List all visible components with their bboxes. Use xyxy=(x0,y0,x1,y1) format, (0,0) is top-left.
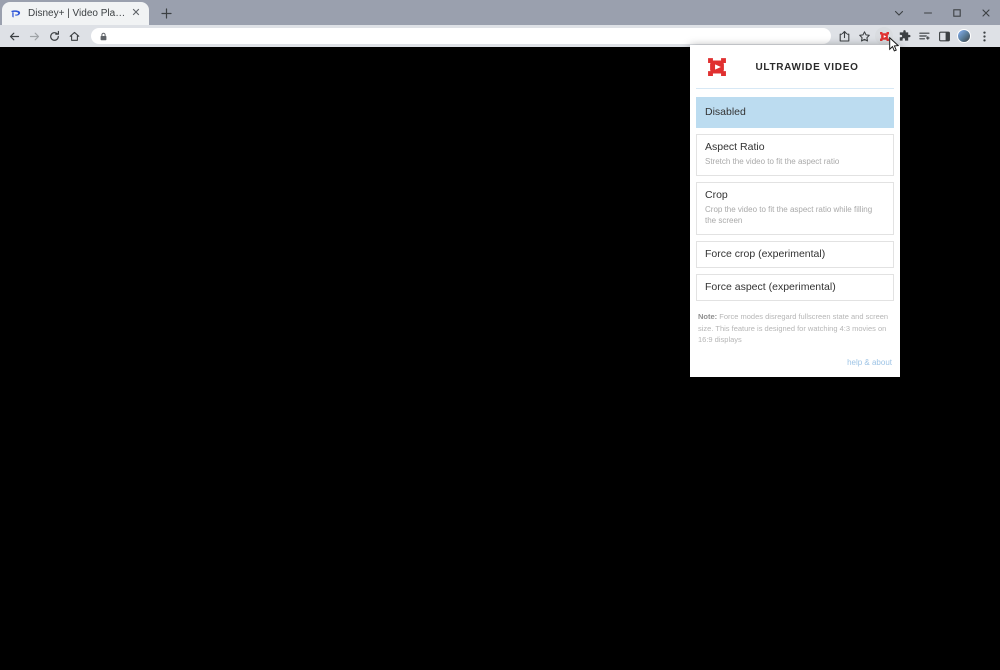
star-icon xyxy=(858,30,870,42)
reading-list-icon xyxy=(918,32,930,40)
popup-divider xyxy=(696,88,894,89)
side-panel-icon xyxy=(938,31,950,41)
option-label: Aspect Ratio xyxy=(705,141,765,154)
option-label: Force aspect (experimental) xyxy=(705,281,836,294)
popup-title: ULTRAWIDE VIDEO xyxy=(755,61,859,73)
share-icon xyxy=(839,30,849,42)
avatar-icon xyxy=(957,29,971,43)
maximize-icon xyxy=(952,8,961,17)
disney-plus-icon xyxy=(8,7,22,21)
close-icon xyxy=(981,8,990,17)
tab-strip: Disney+ | Video Player ✕ xyxy=(0,0,1000,25)
help-and-about-link[interactable]: help & about xyxy=(847,358,892,367)
popup-note: Note: Force modes disregard fullscreen s… xyxy=(690,307,900,346)
toolbar-actions xyxy=(835,27,995,45)
browser-toolbar xyxy=(0,25,1000,47)
close-button[interactable] xyxy=(971,0,1000,25)
side-panel-button[interactable] xyxy=(935,27,953,45)
extensions-button[interactable] xyxy=(895,27,913,45)
ultrawide-video-extension-button[interactable] xyxy=(875,27,893,45)
option-force-aspect[interactable]: Force aspect (experimental) xyxy=(696,274,894,302)
browser-tab[interactable]: Disney+ | Video Player ✕ xyxy=(2,2,149,25)
option-label: Force crop (experimental) xyxy=(705,247,826,260)
popup-note-prefix: Note: xyxy=(698,312,718,322)
browser-window: Disney+ | Video Player ✕ ULTRAWIDE VIDEO… xyxy=(0,0,1000,670)
new-tab-button[interactable] xyxy=(155,2,177,24)
reload-icon xyxy=(49,30,59,41)
back-arrow-icon xyxy=(9,32,19,40)
forward-button[interactable] xyxy=(25,27,43,45)
profile-button[interactable] xyxy=(955,27,973,45)
three-dot-menu-icon xyxy=(982,30,986,42)
puzzle-piece-icon xyxy=(899,29,910,41)
ultrawide-video-extension-icon xyxy=(879,31,889,41)
minimize-button[interactable] xyxy=(913,0,942,25)
chevron-down-icon xyxy=(894,10,903,16)
window-controls xyxy=(884,0,1000,25)
option-label: Disabled xyxy=(705,106,746,118)
ultrawide-video-logo xyxy=(704,54,730,80)
address-bar[interactable] xyxy=(91,28,831,44)
option-description: Stretch the video to fit the aspect rati… xyxy=(705,157,840,167)
tab-title: Disney+ | Video Player xyxy=(28,8,129,19)
option-crop[interactable]: Crop Crop the video to fit the aspect ra… xyxy=(696,181,894,235)
mode-options-list: Disabled Aspect Ratio Stretch the video … xyxy=(690,97,900,302)
share-button[interactable] xyxy=(835,27,853,45)
option-label: Crop xyxy=(705,188,728,201)
home-icon xyxy=(69,31,79,41)
reading-list-button[interactable] xyxy=(915,27,933,45)
bookmark-button[interactable] xyxy=(855,27,873,45)
option-force-crop[interactable]: Force crop (experimental) xyxy=(696,240,894,269)
option-disabled[interactable]: Disabled xyxy=(696,97,894,129)
lock-icon[interactable] xyxy=(97,30,109,42)
option-aspect-ratio[interactable]: Aspect Ratio Stretch the video to fit th… xyxy=(696,134,894,176)
option-description: Crop the video to fit the aspect ratio w… xyxy=(705,204,873,226)
browser-menu-button[interactable] xyxy=(975,27,993,45)
popup-footer: help & about xyxy=(690,346,900,377)
home-button[interactable] xyxy=(65,27,83,45)
minimize-icon xyxy=(923,11,932,14)
reload-button[interactable] xyxy=(45,27,63,45)
popup-note-text: Force modes disregard fullscreen state a… xyxy=(698,312,889,345)
ultrawide-video-popup: ULTRAWIDE VIDEO Disabled Aspect Ratio St… xyxy=(690,45,900,377)
close-icon[interactable]: ✕ xyxy=(129,7,143,21)
tab-search-button[interactable] xyxy=(884,0,913,25)
plus-icon xyxy=(160,7,172,19)
back-button[interactable] xyxy=(5,27,23,45)
maximize-button[interactable] xyxy=(942,0,971,25)
popup-header: ULTRAWIDE VIDEO xyxy=(690,45,900,88)
forward-arrow-icon xyxy=(29,32,39,40)
